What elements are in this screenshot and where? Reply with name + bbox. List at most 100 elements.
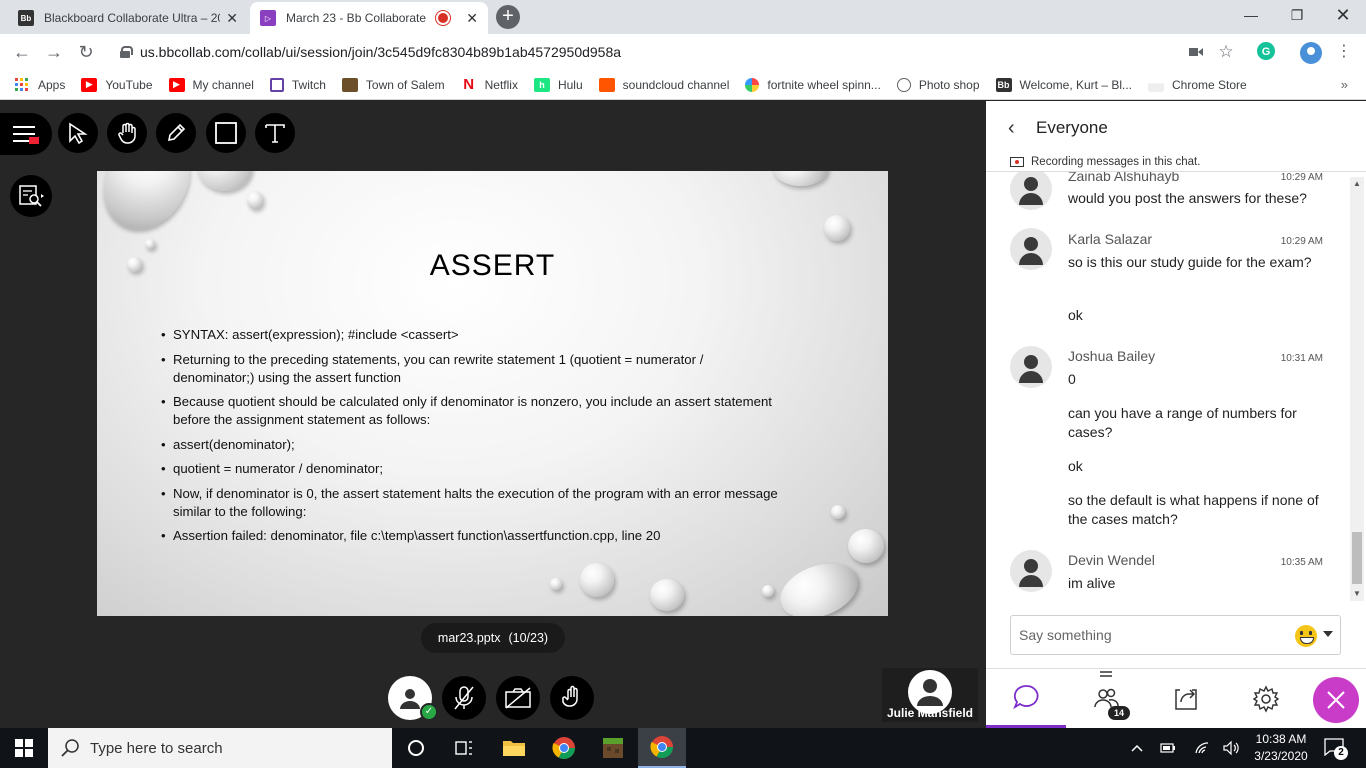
bookmark-label: YouTube [105,77,153,92]
tab-title: Blackboard Collaborate Ultra – 20 [44,11,221,25]
water-drop-decoration [773,171,828,186]
volume-button[interactable] [1220,728,1244,768]
bookmark-netflix[interactable]: N Netflix [461,76,518,93]
chat-tab[interactable] [986,669,1066,729]
chat-message-input[interactable] [1019,624,1279,646]
water-drop-decoration [197,171,252,191]
bookmark-welcome-kurt[interactable]: Bb Welcome, Kurt – Bl... [995,77,1132,92]
session-menu-button[interactable] [0,113,52,155]
new-tab-button[interactable]: + [496,5,520,29]
camera-button[interactable] [496,676,540,720]
cortana-button[interactable] [392,728,440,768]
show-hidden-icons-button[interactable] [1126,728,1148,768]
network-button[interactable] [1190,728,1214,768]
text-tool-button[interactable] [255,113,295,153]
search-icon [61,739,79,757]
chrome-menu-icon[interactable]: ⋮ [1334,42,1354,62]
browser-tab-blackboard-ultra[interactable]: Bb Blackboard Collaborate Ultra – 20 ✕ [8,2,248,34]
scroll-up-icon[interactable]: ▲ [1353,179,1361,188]
minimize-button[interactable]: — [1228,0,1274,30]
shape-tool-button[interactable] [206,113,246,153]
browser-toolbar: ← → ↻ us.bbcollab.com/collab/ui/session/… [0,34,1366,70]
bookmark-label: Hulu [557,77,583,92]
bookmark-fortnite-wheel[interactable]: fortnite wheel spinn... [745,77,881,92]
slide-bullet: Assertion failed: denominator, file c:\t… [161,527,781,545]
bookmark-hulu[interactable]: h Hulu [533,77,583,92]
bookmark-youtube[interactable]: ▶ YouTube [81,77,153,92]
share-content-icon [19,185,44,207]
chevron-down-icon[interactable] [1323,631,1333,637]
share-content-button[interactable] [10,175,52,217]
microphone-button[interactable] [442,676,486,720]
chevron-left-icon[interactable]: ‹ [1008,117,1015,140]
message-text: so the default is what happens if none o… [1068,492,1319,527]
town-of-salem-icon [341,77,358,92]
message-text: ok [1068,307,1083,323]
message-text: would you post the answers for these? [1068,190,1307,206]
message-time: 10:29 AM [1280,236,1323,247]
slide-bullet: SYNTAX: assert(expression); #include <ca… [161,326,781,344]
close-window-button[interactable]: ✕ [1320,0,1366,30]
bookmark-apps[interactable]: Apps [14,77,65,92]
pointer-tool-button[interactable] [58,113,98,153]
bookmark-photo-shop[interactable]: Photo shop [896,77,980,92]
close-tab-icon[interactable]: ✕ [226,10,238,27]
slide-bullet: Returning to the preceding statements, y… [161,351,781,387]
minecraft-icon [603,738,623,758]
camera-permission-icon[interactable] [1186,42,1206,62]
bookmark-town-of-salem[interactable]: Town of Salem [341,77,445,92]
water-drop-decoration [831,505,845,519]
task-view-button[interactable] [440,728,488,768]
bookmarks-overflow-icon[interactable]: » [1341,77,1348,92]
clock-time: 10:38 AM [1255,732,1307,746]
raise-hand-icon [562,685,578,707]
attendees-tab[interactable] [1066,669,1146,729]
blackboard-icon: Bb [995,77,1012,92]
minecraft-taskbar-button[interactable] [589,728,637,768]
water-drop-decoration [762,585,774,597]
bookmark-label: Twitch [291,77,326,92]
back-button[interactable]: ← [10,40,34,64]
pen-tool-button[interactable] [156,113,196,153]
battery-button[interactable] [1156,728,1180,768]
raise-hand-button[interactable] [550,676,594,720]
action-center-button[interactable]: 2 [1324,738,1348,760]
chrome-taskbar-button[interactable] [540,728,588,768]
browser-tab-march-23[interactable]: ▷ March 23 - Bb Collaborate ✕ [250,2,488,34]
file-explorer-button[interactable] [490,728,538,768]
taskbar-search[interactable]: Type here to search [48,728,392,768]
bookmark-my-channel[interactable]: ▶ My channel [168,77,254,92]
reload-button[interactable]: ↻ [74,40,98,64]
presenter-video-tile[interactable]: Julie Mansfield [882,668,978,722]
pan-tool-button[interactable] [107,113,147,153]
close-tab-icon[interactable]: ✕ [466,10,478,27]
close-panel-button[interactable] [1313,677,1359,723]
settings-tab[interactable] [1226,669,1306,729]
chat-scrollbar[interactable]: ▲ ▼ [1350,177,1364,601]
chrome-icon [650,736,673,758]
forward-button[interactable]: → [42,40,66,64]
scrollbar-thumb[interactable] [1352,532,1362,584]
taskbar-clock[interactable]: 10:38 AM 3/23/2020 [1248,731,1314,765]
address-bar[interactable]: us.bbcollab.com/collab/ui/session/join/3… [104,38,1174,66]
grammarly-icon[interactable]: G [1256,42,1276,62]
slide-title: ASSERT [429,249,556,282]
profile-avatar-icon[interactable] [1300,42,1322,64]
youtube-icon: ▶ [168,77,185,92]
emoji-icon[interactable] [1295,625,1317,647]
battery-icon [1160,743,1175,753]
scroll-down-icon[interactable]: ▼ [1353,589,1361,598]
bookmark-chrome-store[interactable]: Chrome Store [1148,77,1247,92]
water-drop-decoration [848,529,884,563]
bookmark-twitch[interactable]: Twitch [269,77,326,92]
chrome-active-window-button[interactable] [638,728,686,768]
start-button[interactable] [0,728,48,768]
chat-message-list[interactable]: Zainab Alshuhayb 10:29 AM would you post… [986,172,1348,602]
message-author: Joshua Bailey [1068,348,1156,364]
share-content-tab[interactable] [1146,669,1226,729]
restore-button[interactable]: ❐ [1274,0,1320,30]
bookmark-soundcloud[interactable]: soundcloud channel [598,77,729,92]
bookmark-label: Chrome Store [1172,77,1247,92]
bookmark-star-icon[interactable]: ☆ [1216,42,1236,62]
water-drop-decoration [550,578,562,590]
